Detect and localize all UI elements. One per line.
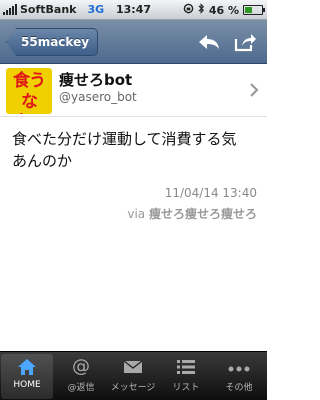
tweet-text: 食べた分だけ運動して消費する気 あんのか [12,128,257,172]
share-icon[interactable] [233,32,257,52]
list-icon [160,354,212,380]
status-bar: SoftBank 3G 13:47 46 % [0,0,267,20]
display-name: 痩せろbot [59,71,133,89]
tab-lists-label: リスト [172,383,200,393]
via-prefix: via [127,207,146,221]
chevron-right-icon [249,81,259,102]
bluetooth-icon [198,3,205,17]
reply-icon[interactable] [197,32,221,52]
tweet-source: via 痩せろ痩せろ痩せろ [127,205,257,222]
avatar[interactable]: 食う なよ。 [6,68,52,114]
via-source-link[interactable]: 痩せろ痩せろ痩せろ [149,207,257,221]
orientation-lock-icon [183,3,194,17]
back-button[interactable]: 55mackey [6,28,99,56]
avatar-text-line1: 食う [13,71,46,91]
tab-messages[interactable]: メッセージ [107,354,159,399]
tab-lists[interactable]: リスト [160,354,212,399]
tab-replies[interactable]: @ @返信 [55,354,107,399]
tab-home-label: HOME [13,380,41,390]
more-icon [213,354,265,380]
tweet-text-line1: 食べた分だけ運動して消費する気 [12,130,237,148]
user-row[interactable]: 食う なよ。 痩せろbot @yasero_bot [0,64,267,117]
tab-messages-label: メッセージ [110,383,156,393]
home-icon [1,354,53,380]
navigation-bar: 55mackey [0,20,267,64]
tab-replies-label: @返信 [67,383,95,393]
tab-bar: HOME @ @返信 メッセージ リスト その他 [0,351,267,400]
tab-home[interactable]: HOME [1,354,53,399]
avatar-text-line2: なよ。 [13,92,46,114]
envelope-icon [107,354,159,380]
user-handle: @yasero_bot [59,90,137,104]
tab-more[interactable]: その他 [213,354,265,399]
at-icon: @ [72,356,90,377]
status-right: 46 % [183,3,265,17]
battery-icon [243,5,265,15]
battery-percent: 46 % [208,3,239,17]
tab-more-label: その他 [225,383,253,393]
tweet-text-line2: あんのか [12,152,73,170]
tweet-timestamp: 11/04/14 13:40 [164,186,257,200]
